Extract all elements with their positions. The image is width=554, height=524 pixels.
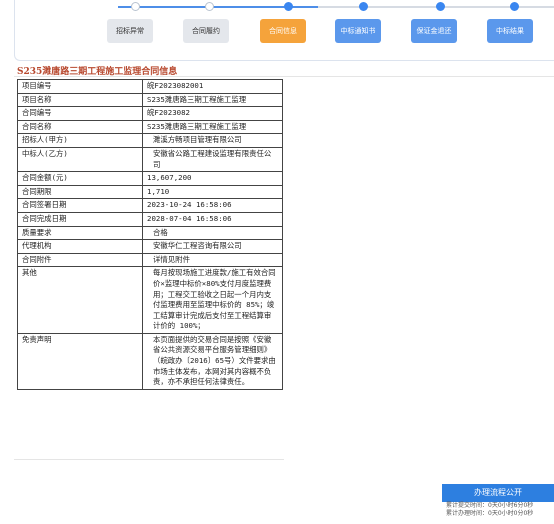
- row-value: 皖F2023082: [142, 106, 283, 121]
- step-award-notice-button[interactable]: 中标通知书: [335, 19, 381, 43]
- row-value: 安徽华仁工程咨询有限公司: [142, 239, 283, 254]
- progress-node: [436, 2, 445, 11]
- contract-info-table: 项目编号 皖F2023082001 项目名称 S235濉唐路三期工程施工监理 合同编…: [17, 79, 283, 390]
- process-panel: 办理流程公开 累计提交时间：0天0小时6分0秒 累计办理时间：0天0小时0分0秒: [442, 484, 554, 518]
- row-key: 中标人(乙方): [17, 146, 143, 173]
- process-panel-title[interactable]: 办理流程公开: [442, 484, 554, 502]
- table-row: 免责声明 本页面提供的交易合同是按照《安徽省公共资源交易平台服务管理细则》（皖政办…: [17, 332, 283, 390]
- progress-node-current: [284, 2, 293, 11]
- table-row: 中标人(乙方) 安徽省公路工程建设监理有限责任公司: [17, 146, 283, 173]
- row-value: S235濉唐路三期工程施工监理: [142, 92, 283, 108]
- row-key: 合同完成日期: [17, 211, 143, 227]
- row-key: 合同附件: [17, 252, 143, 268]
- row-value: 濉溪方畅项目管理有限公司: [142, 133, 283, 148]
- table-row: 项目编号 皖F2023082001: [17, 79, 283, 94]
- table-row: 项目名称 S235濉唐路三期工程施工监理: [17, 92, 283, 108]
- table-row: 其他 每月按现场施工进度款/施工有效合同价×监理中标价×80%支付月度监理费用；工…: [17, 266, 283, 334]
- row-value: 安徽省公路工程建设监理有限责任公司: [142, 146, 283, 173]
- step-award-result-button[interactable]: 中标结果: [487, 19, 533, 43]
- row-key: 免责声明: [17, 332, 143, 390]
- step-contract-performance-button[interactable]: 合同履约: [183, 19, 229, 43]
- row-key: 招标人(甲方): [17, 133, 143, 148]
- table-row: 合同编号 皖F2023082: [17, 106, 283, 121]
- row-value: 每月按现场施工进度款/施工有效合同价×监理中标价×80%支付月度监理费用；工程交…: [142, 266, 283, 334]
- progress-node: [131, 2, 140, 11]
- row-value: 合格: [142, 225, 283, 241]
- row-value: 2028-07-04 16:58:06: [142, 211, 283, 227]
- step-contract-info-button[interactable]: 合同信息: [260, 19, 306, 43]
- row-key: 质量要求: [17, 225, 143, 241]
- row-value: 皖F2023082001: [142, 79, 283, 94]
- progress-node: [205, 2, 214, 11]
- table-row: 合同附件 详情见附件: [17, 252, 283, 268]
- table-row: 招标人(甲方) 濉溪方畅项目管理有限公司: [17, 133, 283, 148]
- table-row: 质量要求 合格: [17, 225, 283, 241]
- row-value: 2023-10-24 16:58:06: [142, 198, 283, 213]
- step-deposit-refund-button[interactable]: 保证金退还: [411, 19, 457, 43]
- row-key: 项目名称: [17, 92, 143, 108]
- progress-steps: 招标异常 合同履约 合同信息 中标通知书 保证金退还 中标结果: [0, 19, 554, 45]
- handle-time-text: 累计办理时间：0天0小时0分0秒: [446, 510, 534, 517]
- table-row: 代理机构 安徽华仁工程咨询有限公司: [17, 239, 283, 254]
- progress-timeline: [118, 6, 554, 8]
- row-key: 合同期限: [17, 184, 143, 200]
- row-key: 合同签署日期: [17, 198, 143, 213]
- table-row: 合同期限 1,710: [17, 184, 283, 200]
- row-key: 项目编号: [17, 79, 143, 94]
- row-value: 本页面提供的交易合同是按照《安徽省公共资源交易平台服务管理细则》（皖政办〔201…: [142, 332, 283, 390]
- table-row: 合同签署日期 2023-10-24 16:58:06: [17, 198, 283, 213]
- progress-node: [510, 2, 519, 11]
- row-value: 13,607,200: [142, 171, 283, 186]
- row-key: 合同编号: [17, 106, 143, 121]
- table-row: 合同金额(元) 13,607,200: [17, 171, 283, 186]
- attachment-link[interactable]: 详情见附件: [142, 252, 283, 268]
- submit-time-text: 累计提交时间：0天0小时6分0秒: [446, 502, 534, 509]
- progress-node: [359, 2, 368, 11]
- row-key: 其他: [17, 266, 143, 334]
- row-value: S235濉唐路三期工程施工监理: [142, 119, 283, 135]
- table-row: 合同名称 S235濉唐路三期工程施工监理: [17, 119, 283, 135]
- step-bidding-exception-button[interactable]: 招标异常: [107, 19, 153, 43]
- row-key: 合同金额(元): [17, 171, 143, 186]
- table-row: 合同完成日期 2028-07-04 16:58:06: [17, 211, 283, 227]
- row-key: 合同名称: [17, 119, 143, 135]
- content-divider: [14, 459, 284, 460]
- row-value: 1,710: [142, 184, 283, 200]
- row-key: 代理机构: [17, 239, 143, 254]
- title-divider: [14, 76, 554, 77]
